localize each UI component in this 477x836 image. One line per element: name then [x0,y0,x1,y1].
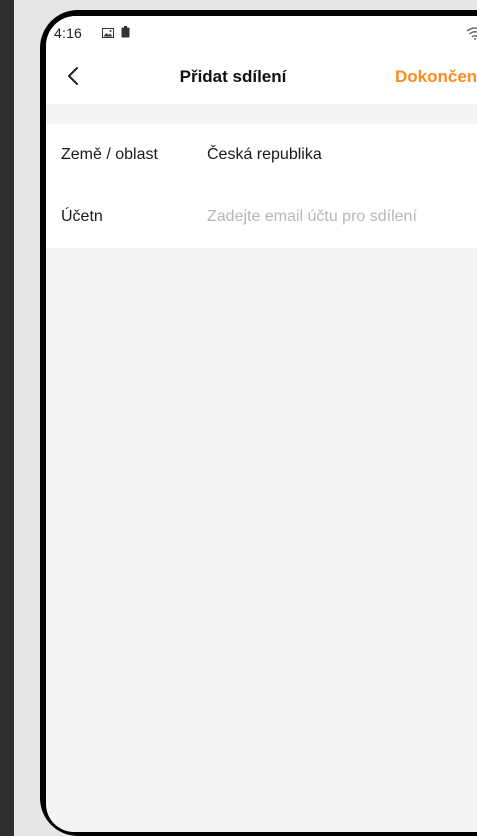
region-label: Země / oblast [61,146,158,163]
account-label: Účetn [61,208,103,225]
done-button[interactable]: Dokončeno [395,67,477,87]
account-row: Účetn [46,186,477,248]
region-value[interactable]: Česká republika [207,146,322,164]
image-icon [102,28,114,38]
account-email-input[interactable] [205,205,477,229]
top-navigation-bar: Přidat sdílení Dokončeno [46,50,477,104]
status-time: 4:16 [54,25,83,41]
app-screen: 4:16 Přidat sdílení Dokončeno [46,16,477,832]
phone-frame: 4:16 Přidat sdílení Dokončeno [40,10,477,836]
region-row[interactable]: Země / oblast Česká republika [46,124,477,186]
battery-icon [121,26,130,38]
status-bar: 4:16 [46,16,477,50]
background-edge [0,0,14,836]
wifi-icon [466,27,477,40]
page-title: Přidat sdílení [179,67,287,86]
share-form: Země / oblast Česká republika Účetn [46,124,477,248]
